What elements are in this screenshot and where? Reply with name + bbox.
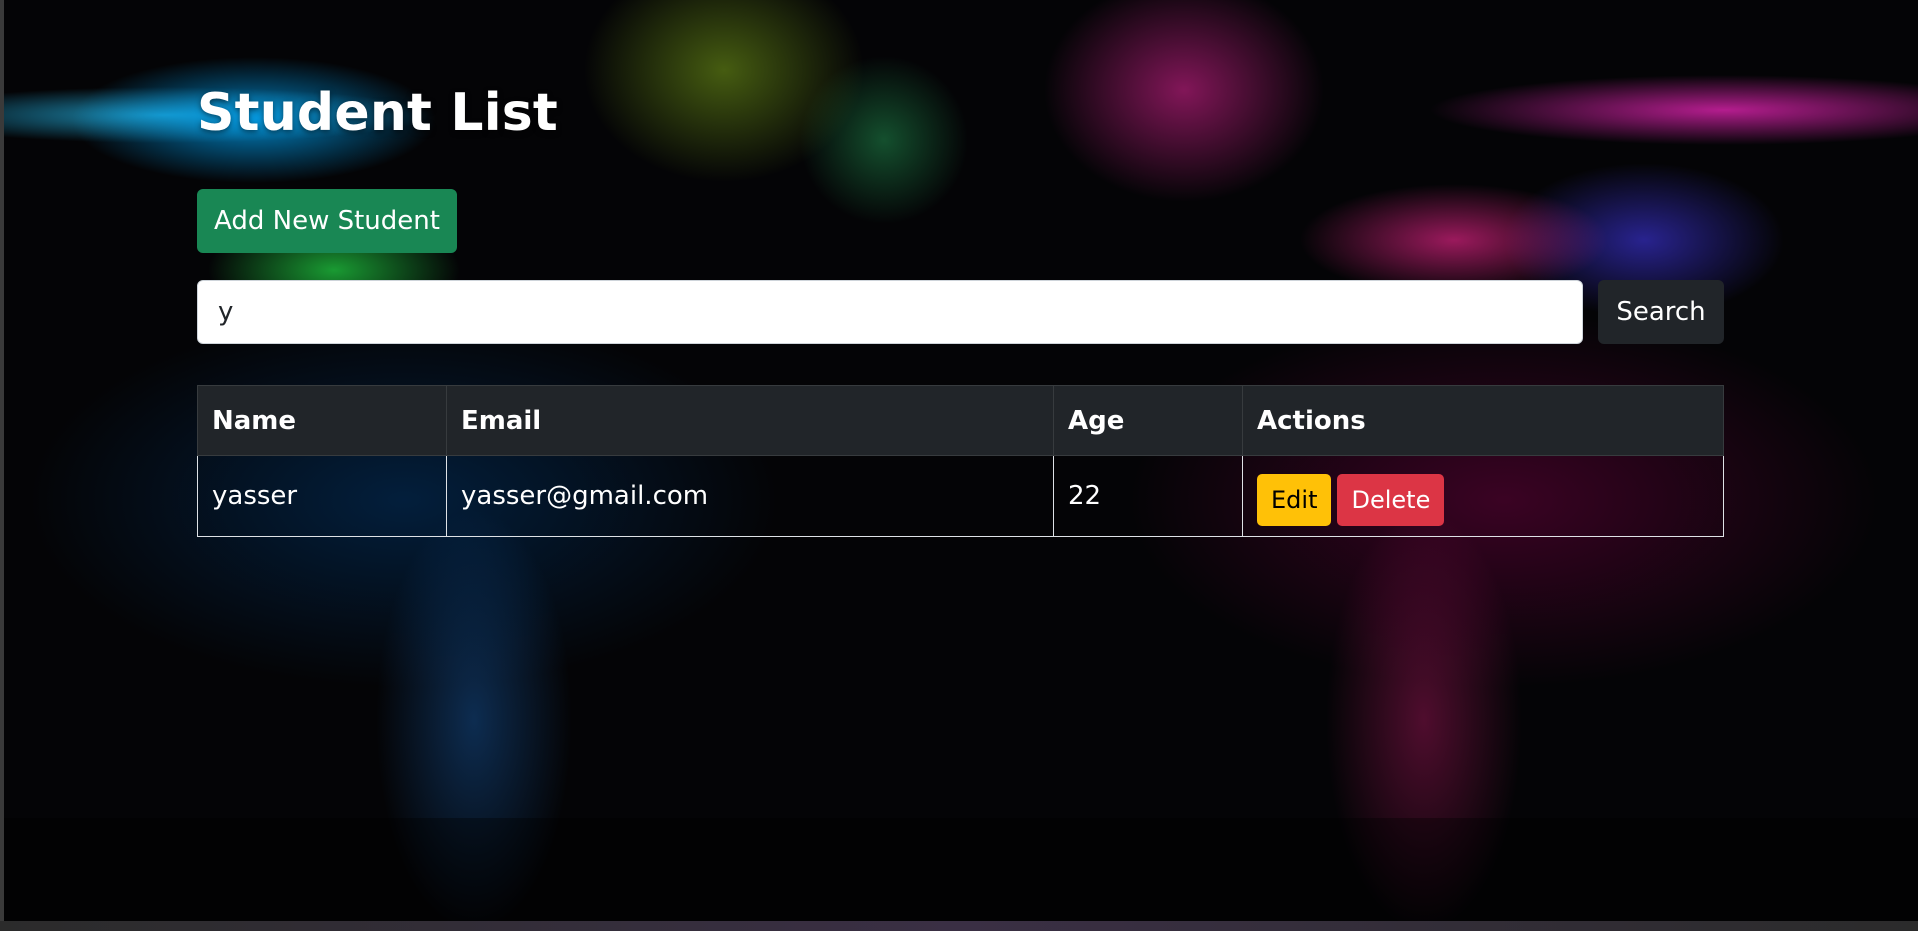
- column-header-age: Age: [1053, 385, 1243, 456]
- column-header-actions: Actions: [1242, 385, 1724, 456]
- cell-name: yasser: [197, 455, 447, 537]
- column-header-email: Email: [446, 385, 1054, 456]
- table-header-row: Name Email Age Actions: [197, 385, 1724, 456]
- search-button[interactable]: Search: [1598, 280, 1724, 344]
- window-bottom-edge: [0, 921, 1918, 931]
- add-new-student-button[interactable]: Add New Student: [197, 189, 457, 253]
- edit-button[interactable]: Edit: [1257, 474, 1332, 526]
- page-title: Student List: [197, 83, 558, 143]
- delete-button[interactable]: Delete: [1337, 474, 1445, 526]
- search-input[interactable]: [197, 280, 1583, 344]
- table-row: yasser yasser@gmail.com 22 Edit Delete: [197, 455, 1724, 537]
- student-table: Name Email Age Actions yasser yasser@gma…: [197, 385, 1724, 537]
- cell-age: 22: [1053, 455, 1243, 537]
- cell-actions: Edit Delete: [1242, 455, 1724, 537]
- cell-email: yasser@gmail.com: [446, 455, 1054, 537]
- column-header-name: Name: [197, 385, 447, 456]
